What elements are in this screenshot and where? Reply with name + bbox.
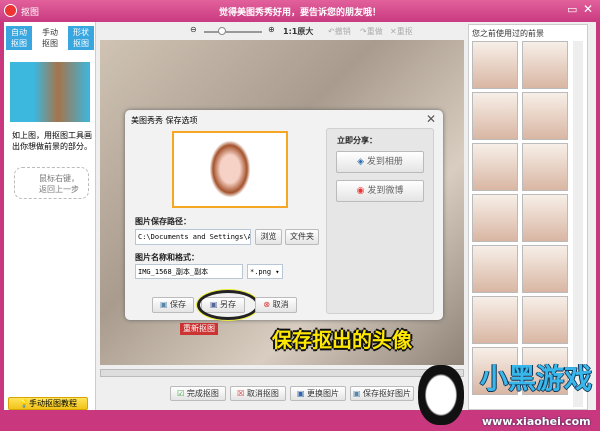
image-icon: ▣ xyxy=(296,389,305,398)
banner-text[interactable]: 觉得美图秀秀好用，要告诉您的朋友哦！ xyxy=(0,5,600,18)
share-album-button[interactable]: ◈ 发到相册 xyxy=(336,151,424,173)
save-options-dialog: 美图秀秀 保存选项 ✕ 图片保存路径： C:\Documents and Set… xyxy=(125,110,443,320)
toolbar: ⊖ ⊕ 1:1原大 ↶撤销 ↷重做 ✕重抠 xyxy=(190,25,470,39)
redo-button[interactable]: ↷重做 xyxy=(360,26,383,37)
history-scrollbar[interactable] xyxy=(573,41,583,407)
watermark-url: www.xiaohei.com xyxy=(482,415,591,428)
format-select[interactable]: *.png ▾ xyxy=(247,264,283,279)
zoom-slider-handle[interactable] xyxy=(218,27,226,35)
floppy-icon: ▣ xyxy=(352,389,361,398)
history-thumb[interactable] xyxy=(472,41,518,89)
bulb-icon: 💡 xyxy=(19,399,29,408)
x-icon: ☒ xyxy=(237,389,245,398)
highlight-circle xyxy=(197,290,259,320)
path-input[interactable]: C:\Documents and Settings\Ad xyxy=(135,229,251,245)
watermark-brand: 小黑游戏 xyxy=(480,362,593,395)
left-panel: 自动 抠图 手动 抠图 形状 抠图 如上图，用抠图工具画出你想做前景的部分。 鼠… xyxy=(4,22,96,410)
history-thumb[interactable] xyxy=(522,143,568,191)
folder-button[interactable]: 文件夹 xyxy=(285,229,319,245)
zoom-in-icon[interactable]: ⊕ xyxy=(268,25,275,34)
save-cutout-button[interactable]: ▣ 保存抠好图片 xyxy=(350,386,414,401)
history-thumb[interactable] xyxy=(522,245,568,293)
history-thumb[interactable] xyxy=(522,41,568,89)
history-thumb[interactable] xyxy=(472,245,518,293)
zoom-out-icon[interactable]: ⊖ xyxy=(190,25,197,34)
share-weibo-button[interactable]: ◉ 发到微博 xyxy=(336,180,424,202)
weibo-icon: ◉ xyxy=(356,186,365,196)
share-panel: 立即分享： ◈ 发到相册 ◉ 发到微博 xyxy=(326,128,434,314)
cancel-cutout-button[interactable]: ☒ 取消抠图 xyxy=(230,386,286,401)
history-thumb[interactable] xyxy=(472,92,518,140)
history-thumb[interactable] xyxy=(472,296,518,344)
save-button[interactable]: ▣ 保存 xyxy=(152,297,194,313)
history-thumb[interactable] xyxy=(472,194,518,242)
zoom-slider[interactable] xyxy=(204,31,262,33)
maximize-button[interactable]: ▭ xyxy=(567,3,577,16)
tab-manual[interactable]: 手动 抠图 xyxy=(37,26,63,52)
finish-cutout-button[interactable]: ☑ 完成抠图 xyxy=(170,386,226,401)
actual-size-button[interactable]: 1:1原大 xyxy=(283,26,313,37)
hint-box: 鼠标右键，返回上一步 xyxy=(14,167,89,199)
dialog-title: 美图秀秀 保存选项 xyxy=(131,116,198,125)
preview-image xyxy=(172,131,288,208)
history-thumb[interactable] xyxy=(522,194,568,242)
cancel-icon: ⊗ xyxy=(263,300,271,309)
history-thumb[interactable] xyxy=(522,92,568,140)
name-label: 图片名称和格式： xyxy=(135,253,199,262)
history-thumb[interactable] xyxy=(522,296,568,344)
close-button[interactable]: ✕ xyxy=(583,2,593,16)
cancel-button[interactable]: ⊗ 取消 xyxy=(255,297,297,313)
path-label: 图片保存路径： xyxy=(135,217,191,226)
browse-button[interactable]: 浏览 xyxy=(255,229,282,245)
reset-button[interactable]: ✕重抠 xyxy=(390,26,413,37)
panda-icon xyxy=(418,365,464,425)
foreground-history-panel: 您之前使用过的前景 xyxy=(468,24,588,410)
replace-image-button[interactable]: ▣ 更换图片 xyxy=(290,386,346,401)
history-title: 您之前使用过的前景 xyxy=(472,29,544,38)
tab-auto[interactable]: 自动 抠图 xyxy=(6,26,32,50)
title-bar: 抠图 觉得美图秀秀好用，要告诉您的朋友哦！ ▭ ✕ xyxy=(0,0,600,22)
filename-input[interactable]: IMG_1568_副本_副本 xyxy=(135,264,243,279)
redo-cutout-button[interactable]: 重新抠图 xyxy=(180,323,218,335)
tab-shape[interactable]: 形状 抠图 xyxy=(68,26,94,50)
undo-button[interactable]: ↶撤销 xyxy=(328,26,351,37)
annotation-caption: 保存抠出的头像 xyxy=(272,328,412,352)
instruction-text: 如上图，用抠图工具画出你想做前景的部分。 xyxy=(12,131,92,151)
watermark-logo: 小黑游戏 www.xiaohei.com xyxy=(410,355,600,431)
album-icon: ◈ xyxy=(357,157,365,167)
floppy-icon: ▣ xyxy=(159,300,168,309)
history-thumb[interactable] xyxy=(472,143,518,191)
share-title: 立即分享： xyxy=(337,136,377,145)
tutorial-button[interactable]: 💡手动抠图教程 xyxy=(8,397,88,410)
check-icon: ☑ xyxy=(177,389,185,398)
example-image xyxy=(10,62,90,122)
dialog-close-button[interactable]: ✕ xyxy=(426,112,436,126)
